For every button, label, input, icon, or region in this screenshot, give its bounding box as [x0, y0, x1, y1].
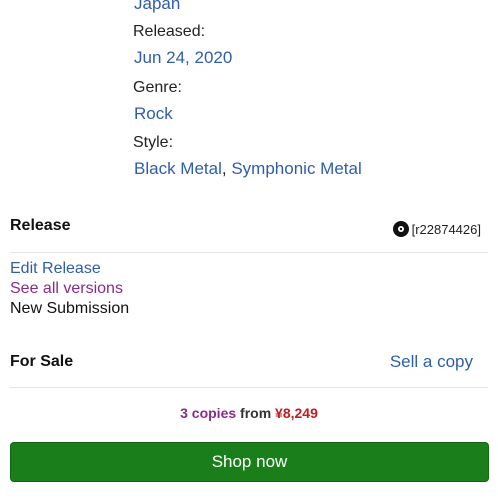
- style-black-metal-link[interactable]: Black Metal: [134, 159, 222, 178]
- genre-rock-link[interactable]: Rock: [134, 104, 173, 124]
- style-label: Style:: [133, 134, 174, 151]
- genre-label: Genre:: [133, 79, 182, 96]
- for-sale-divider: [10, 387, 488, 388]
- style-values: Black Metal, Symphonic Metal: [134, 159, 362, 179]
- offer-summary: 3 copies from ¥8,249: [0, 405, 498, 421]
- for-sale-section-title: For Sale: [10, 353, 74, 370]
- sell-a-copy-link[interactable]: Sell a copy: [390, 352, 473, 372]
- released-label: Released:: [133, 23, 206, 40]
- see-all-versions-link[interactable]: See all versions: [10, 280, 123, 298]
- release-id-text: [r22874426]: [411, 221, 481, 237]
- lowest-price: ¥8,249: [275, 405, 318, 421]
- disc-icon: [392, 221, 409, 237]
- release-divider: [10, 252, 488, 253]
- style-separator: ,: [221, 159, 227, 178]
- country-value-link[interactable]: Japan: [134, 0, 180, 14]
- new-submission-link[interactable]: New Submission: [10, 300, 129, 318]
- edit-release-link[interactable]: Edit Release: [10, 260, 101, 278]
- style-symphonic-metal-link[interactable]: Symphonic Metal: [231, 159, 361, 178]
- shop-now-button[interactable]: Shop now: [10, 442, 489, 482]
- release-section-title: Release: [10, 217, 71, 234]
- shop-now-label: Shop now: [211, 452, 288, 471]
- from-text: from: [240, 405, 272, 421]
- copies-count-link[interactable]: 3 copies: [180, 405, 236, 421]
- release-id-badge: [r22874426]: [392, 221, 481, 237]
- released-date-link[interactable]: Jun 24, 2020: [134, 48, 232, 68]
